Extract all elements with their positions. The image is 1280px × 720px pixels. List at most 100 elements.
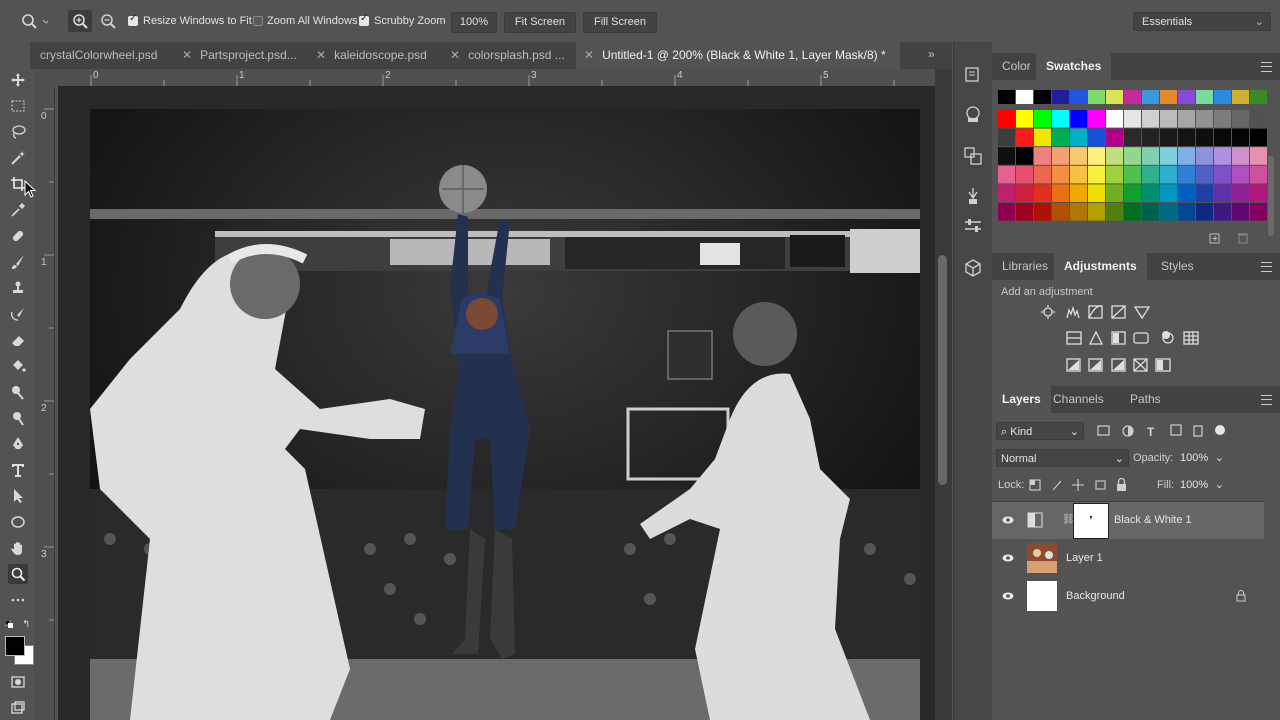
swatch[interactable] — [998, 90, 1015, 104]
swatch[interactable] — [1160, 128, 1177, 147]
layer-filter-select[interactable]: ⌕ Kind ⌄ — [996, 422, 1084, 440]
swatch[interactable] — [1214, 128, 1231, 147]
pixel-filter-icon[interactable] — [1097, 425, 1110, 436]
eyedropper-tool-icon[interactable] — [8, 200, 28, 220]
swatch[interactable] — [1160, 165, 1177, 184]
swatch[interactable] — [1106, 110, 1123, 128]
vibrance-icon[interactable] — [1133, 306, 1151, 320]
swatch[interactable] — [1196, 128, 1213, 147]
more-tools-icon[interactable] — [8, 590, 28, 610]
zoom-all-windows-checkbox[interactable] — [253, 16, 263, 26]
horizontal-ruler[interactable]: 0 1 2 3 4 5 — [58, 69, 935, 87]
quick-mask-icon[interactable] — [8, 672, 28, 692]
swatch[interactable] — [1250, 128, 1267, 147]
panel-menu-icon[interactable] — [1261, 395, 1272, 405]
swatch[interactable] — [1070, 165, 1087, 184]
swatch[interactable] — [1250, 184, 1267, 202]
tab-kaleidoscope[interactable]: ✕ kaleidoscope.psd — [316, 42, 427, 69]
zoom-tool-icon[interactable] — [8, 564, 28, 584]
layer-row-layer-1[interactable]: Layer 1 — [992, 540, 1264, 577]
swatch[interactable] — [1034, 203, 1051, 221]
swatch[interactable] — [1160, 203, 1177, 221]
swatch[interactable] — [1088, 128, 1105, 147]
healing-brush-tool-icon[interactable] — [8, 226, 28, 246]
zoom-tool-preset-icon[interactable] — [20, 12, 50, 33]
path-selection-tool-icon[interactable] — [8, 486, 28, 506]
swatch[interactable] — [1124, 203, 1141, 221]
swatch[interactable] — [1088, 203, 1105, 221]
swatches-grid[interactable] — [992, 86, 1280, 276]
tab-swatches[interactable]: Swatches — [1036, 53, 1112, 80]
swatch[interactable] — [1250, 203, 1267, 221]
tab-adjustments[interactable]: Adjustments — [1054, 253, 1147, 280]
swatch[interactable] — [1052, 90, 1069, 104]
swatch[interactable] — [1250, 147, 1267, 165]
ruler-origin[interactable] — [34, 69, 58, 86]
close-icon[interactable]: ✕ — [450, 48, 460, 62]
shape-filter-icon[interactable] — [1170, 424, 1182, 436]
swatch[interactable] — [1106, 165, 1123, 184]
swatch[interactable] — [1160, 110, 1177, 128]
close-icon[interactable]: ✕ — [584, 48, 594, 62]
swatch[interactable] — [1232, 110, 1249, 128]
swatch[interactable] — [1124, 128, 1141, 147]
swatch[interactable] — [1232, 184, 1249, 202]
blend-mode-select[interactable]: Normal ⌄ — [996, 449, 1129, 467]
hue-saturation-icon[interactable] — [1066, 331, 1082, 345]
swatch[interactable] — [1232, 90, 1249, 104]
swatch[interactable] — [1106, 184, 1123, 202]
tab-partsproject[interactable]: ✕ Partsproject.psd... — [182, 42, 297, 69]
magic-wand-tool-icon[interactable] — [8, 148, 28, 168]
swatch[interactable] — [1016, 165, 1033, 184]
new-swatch-icon[interactable] — [1209, 232, 1221, 247]
swatch[interactable] — [1160, 90, 1177, 104]
swatch[interactable] — [1142, 165, 1159, 184]
tab-paths[interactable]: Paths — [1120, 386, 1171, 413]
lock-artboard-icon[interactable] — [1095, 480, 1106, 490]
history-brush-tool-icon[interactable] — [8, 304, 28, 324]
swatch[interactable] — [1142, 184, 1159, 202]
swatch[interactable] — [1106, 203, 1123, 221]
scrubby-zoom-checkbox[interactable] — [359, 13, 369, 26]
smudge-tool-icon[interactable] — [8, 382, 28, 402]
lock-image-icon[interactable] — [1052, 480, 1062, 491]
swatch[interactable] — [1178, 128, 1195, 147]
swatch[interactable] — [1214, 184, 1231, 202]
swatch[interactable] — [1088, 110, 1105, 128]
swatch[interactable] — [1232, 203, 1249, 221]
color-balance-icon[interactable] — [1088, 330, 1104, 345]
history-panel-icon[interactable] — [963, 64, 983, 84]
close-icon[interactable]: ✕ — [316, 48, 326, 62]
swatch[interactable] — [1052, 165, 1069, 184]
tab-channels[interactable]: Channels — [1043, 386, 1114, 413]
visibility-eye-icon[interactable] — [1002, 514, 1014, 526]
tab-libraries[interactable]: Libraries — [992, 253, 1058, 280]
3d-panel-icon[interactable] — [963, 258, 983, 278]
zoom-percentage-button[interactable]: 100% — [451, 12, 497, 33]
swatch[interactable] — [1178, 165, 1195, 184]
swatch[interactable] — [1124, 165, 1141, 184]
smartobject-filter-icon[interactable] — [1193, 425, 1203, 437]
swatch[interactable] — [1142, 203, 1159, 221]
swatch[interactable] — [1070, 147, 1087, 165]
swatch[interactable] — [1034, 110, 1051, 128]
swatch[interactable] — [1196, 90, 1213, 104]
swatch[interactable] — [1034, 128, 1051, 147]
swatch[interactable] — [1232, 147, 1249, 165]
tab-colorsplash[interactable]: ✕ colorsplash.psd ... — [450, 42, 565, 69]
swatch[interactable] — [1214, 90, 1231, 104]
swatch[interactable] — [1106, 128, 1123, 147]
document-image[interactable] — [90, 109, 920, 720]
screen-mode-icon[interactable] — [8, 698, 28, 718]
swatch[interactable] — [998, 147, 1015, 165]
swatch[interactable] — [998, 128, 1015, 147]
swatch[interactable] — [1088, 165, 1105, 184]
lock-position-icon[interactable] — [1072, 479, 1084, 491]
swatch[interactable] — [1196, 165, 1213, 184]
exposure-icon[interactable] — [1111, 305, 1126, 319]
swatch[interactable] — [1034, 184, 1051, 202]
tab-color[interactable]: Color — [992, 53, 1041, 80]
swatch[interactable] — [1178, 90, 1195, 104]
swatch[interactable] — [1052, 110, 1069, 128]
move-tool-icon[interactable] — [8, 70, 28, 90]
